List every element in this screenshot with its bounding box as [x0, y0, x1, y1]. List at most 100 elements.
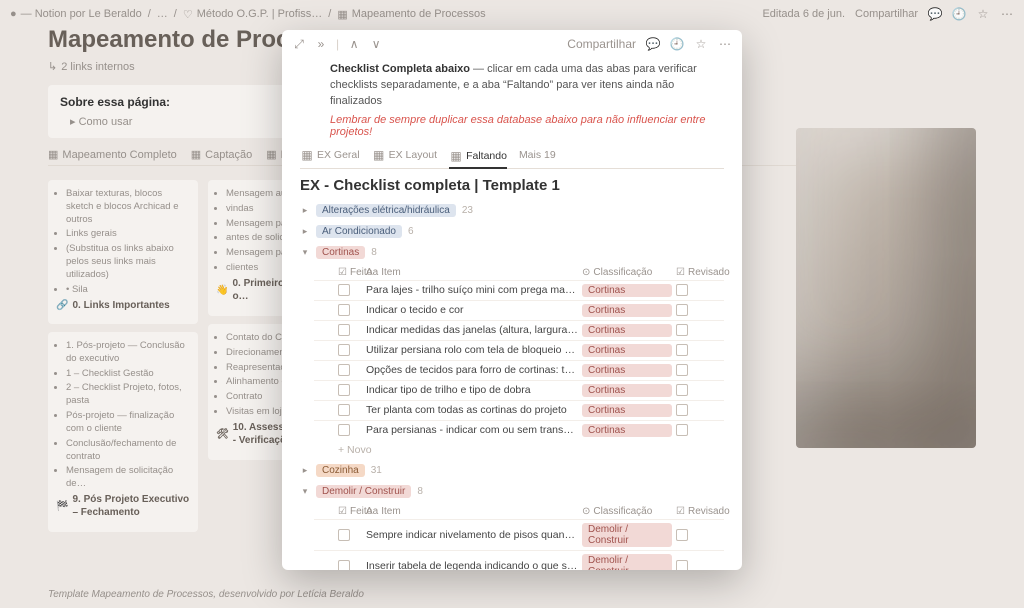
group-tag: Demolir / Construir — [316, 485, 411, 498]
col-item[interactable]: Aa Item — [366, 267, 578, 278]
group: ▾ Cortinas 8 ☑ Feito Aa Item ⊙ Classific… — [300, 246, 724, 456]
table-row[interactable]: Para lajes - trilho suíço mini com prega… — [314, 280, 724, 300]
checkbox-feito[interactable] — [338, 324, 350, 336]
toggle-icon[interactable]: ▸ — [300, 226, 310, 237]
checkbox-revisado[interactable] — [676, 284, 688, 296]
col-class[interactable]: ⊙ Classificação — [582, 267, 672, 278]
modal-star-icon[interactable]: ☆ — [694, 37, 708, 51]
group: ▸ Alterações elétrica/hidráulica 23 — [300, 204, 724, 217]
group-count: 8 — [417, 486, 423, 497]
group-tag: Ar Condicionado — [316, 225, 402, 238]
checkbox-revisado[interactable] — [676, 404, 688, 416]
checkbox-feito[interactable] — [338, 424, 350, 436]
checkbox-revisado[interactable] — [676, 424, 688, 436]
modal-toolbar: ⤢ » | ∧ ∨ Compartilhar 💬 🕘 ☆ ⋯ — [282, 30, 742, 58]
toggle-icon[interactable]: ▸ — [300, 465, 310, 476]
row-class-tag: Cortinas — [582, 424, 672, 437]
db-tab-mais-19[interactable]: Mais 19 — [519, 148, 556, 164]
table-row[interactable]: Utilizar persiana rolo com tela de bloqu… — [314, 340, 724, 360]
row-item[interactable]: Inserir tabela de legenda indicando o qu… — [366, 560, 578, 570]
modal-clock-icon[interactable]: 🕘 — [670, 37, 684, 51]
checkbox-feito[interactable] — [338, 529, 350, 541]
checkbox-feito[interactable] — [338, 344, 350, 356]
row-item[interactable]: Sempre indicar nivelamento de pisos quan… — [366, 529, 578, 541]
row-class-tag: Cortinas — [582, 404, 672, 417]
group: ▸ Ar Condicionado 6 — [300, 225, 724, 238]
col-item[interactable]: Aa Item — [366, 506, 578, 517]
db-title: EX - Checklist completa | Template 1 — [300, 177, 724, 194]
table-row[interactable]: Indicar medidas das janelas (altura, lar… — [314, 320, 724, 340]
group-count: 8 — [371, 247, 377, 258]
modal-intro: Checklist Completa abaixo — clicar em ca… — [330, 62, 724, 110]
modal-share-button[interactable]: Compartilhar — [567, 37, 636, 51]
checkbox-revisado[interactable] — [676, 560, 688, 570]
table-row[interactable]: Ter planta com todas as cortinas do proj… — [314, 400, 724, 420]
checkbox-feito[interactable] — [338, 384, 350, 396]
row-class-tag: Cortinas — [582, 344, 672, 357]
modal-more-icon[interactable]: ⋯ — [718, 37, 732, 51]
group-tag: Cozinha — [316, 464, 365, 477]
group-header[interactable]: ▸ Ar Condicionado 6 — [300, 225, 724, 238]
toggle-icon[interactable]: ▸ — [300, 205, 310, 216]
checkbox-feito[interactable] — [338, 284, 350, 296]
row-class-tag: Demolir / Construir — [582, 523, 672, 547]
row-item[interactable]: Opções de tecidos para forro de cortinas… — [366, 364, 578, 376]
page-modal: ⤢ » | ∧ ∨ Compartilhar 💬 🕘 ☆ ⋯ Checklist… — [282, 30, 742, 570]
db-tab-faltando[interactable]: ▦Faltando — [449, 148, 507, 169]
group-tag: Cortinas — [316, 246, 365, 259]
new-row[interactable]: + Novo — [300, 440, 724, 456]
col-feito[interactable]: ☑ Feito — [338, 267, 362, 278]
checkbox-feito[interactable] — [338, 364, 350, 376]
checkbox-revisado[interactable] — [676, 304, 688, 316]
group-header[interactable]: ▾ Demolir / Construir 8 — [300, 485, 724, 498]
db-tab-ex-geral[interactable]: ▦EX Geral — [300, 148, 360, 164]
col-revisado[interactable]: ☑ Revisado — [676, 506, 724, 517]
group-header[interactable]: ▸ Alterações elétrica/hidráulica 23 — [300, 204, 724, 217]
row-class-tag: Cortinas — [582, 324, 672, 337]
row-item[interactable]: Ter planta com todas as cortinas do proj… — [366, 404, 578, 416]
row-class-tag: Cortinas — [582, 364, 672, 377]
row-item[interactable]: Para lajes - trilho suíço mini com prega… — [366, 284, 578, 296]
checkbox-feito[interactable] — [338, 560, 350, 570]
group-header[interactable]: ▸ Cozinha 31 — [300, 464, 724, 477]
row-class-tag: Cortinas — [582, 304, 672, 317]
group-count: 31 — [371, 465, 382, 476]
table-row[interactable]: Indicar o tecido e cor Cortinas — [314, 300, 724, 320]
expand-icon[interactable]: ⤢ — [292, 37, 306, 51]
group-count: 6 — [408, 226, 414, 237]
db-tab-ex-layout[interactable]: ▦EX Layout — [372, 148, 437, 164]
row-item[interactable]: Para persianas - indicar com ou sem tran… — [366, 424, 578, 436]
checkbox-feito[interactable] — [338, 304, 350, 316]
group: ▾ Demolir / Construir 8 ☑ Feito Aa Item … — [300, 485, 724, 570]
checkbox-feito[interactable] — [338, 404, 350, 416]
checkbox-revisado[interactable] — [676, 324, 688, 336]
row-item[interactable]: Indicar tipo de trilho e tipo de dobra — [366, 384, 578, 396]
nav-down-icon[interactable]: ∨ — [369, 37, 383, 51]
checkbox-revisado[interactable] — [676, 529, 688, 541]
group: ▸ Cozinha 31 — [300, 464, 724, 477]
toggle-icon[interactable]: ▾ — [300, 247, 310, 258]
modal-comments-icon[interactable]: 💬 — [646, 37, 660, 51]
nav-up-icon[interactable]: ∧ — [347, 37, 361, 51]
toggle-icon[interactable]: ▾ — [300, 486, 310, 497]
group-tag: Alterações elétrica/hidráulica — [316, 204, 456, 217]
row-item[interactable]: Utilizar persiana rolo com tela de bloqu… — [366, 344, 578, 356]
table-row[interactable]: Inserir tabela de legenda indicando o qu… — [314, 550, 724, 570]
col-revisado[interactable]: ☑ Revisado — [676, 267, 724, 278]
row-item[interactable]: Indicar o tecido e cor — [366, 304, 578, 316]
table-row[interactable]: Para persianas - indicar com ou sem tran… — [314, 420, 724, 440]
table-row[interactable]: Indicar tipo de trilho e tipo de dobra C… — [314, 380, 724, 400]
db-tabs: ▦EX Geral ▦EX Layout ▦Faltando Mais 19 — [300, 148, 724, 169]
col-feito[interactable]: ☑ Feito — [338, 506, 362, 517]
checkbox-revisado[interactable] — [676, 364, 688, 376]
table-row[interactable]: Sempre indicar nivelamento de pisos quan… — [314, 519, 724, 550]
group-header[interactable]: ▾ Cortinas 8 — [300, 246, 724, 259]
peek-icon[interactable]: » — [314, 37, 328, 51]
group-count: 23 — [462, 205, 473, 216]
row-item[interactable]: Indicar medidas das janelas (altura, lar… — [366, 324, 578, 336]
checkbox-revisado[interactable] — [676, 384, 688, 396]
col-class[interactable]: ⊙ Classificação — [582, 506, 672, 517]
checkbox-revisado[interactable] — [676, 344, 688, 356]
table-icon: ▦ — [300, 148, 314, 162]
table-row[interactable]: Opções de tecidos para forro de cortinas… — [314, 360, 724, 380]
